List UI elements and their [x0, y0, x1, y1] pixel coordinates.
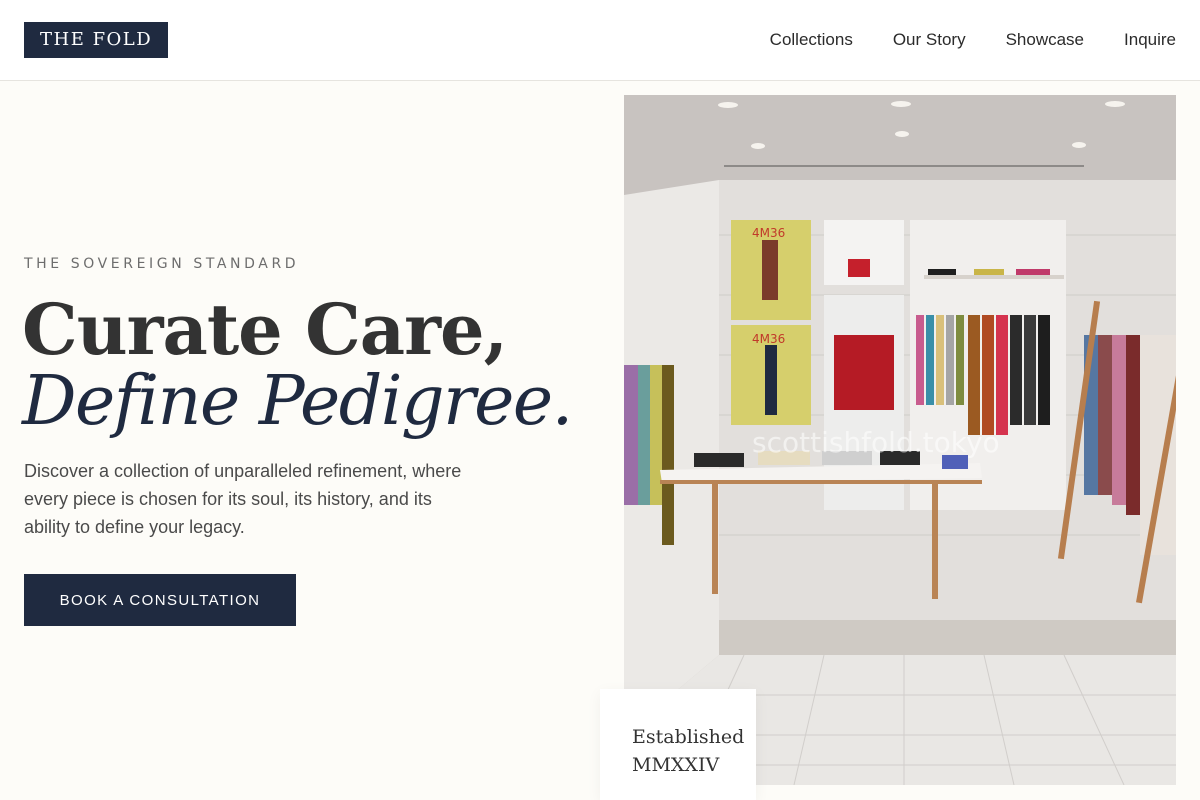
site-header: THE FOLD Collections Our Story Showcase … — [0, 0, 1200, 81]
established-card: Established MMXXIV — [600, 689, 756, 800]
book-consultation-button[interactable]: BOOK A CONSULTATION — [24, 574, 296, 626]
image-watermark: scottishfold.tokyo — [752, 426, 1000, 459]
main-nav: Collections Our Story Showcase Inquire — [770, 28, 1176, 52]
established-label: Established — [632, 726, 745, 748]
poster-label: 4M36 — [752, 226, 785, 240]
nav-link-showcase[interactable]: Showcase — [1006, 28, 1084, 52]
nav-link-inquire[interactable]: Inquire — [1124, 28, 1176, 52]
nav-link-collections[interactable]: Collections — [770, 28, 853, 52]
hero-description: Discover a collection of unparalleled re… — [24, 461, 462, 537]
established-year: MMXXIV — [632, 754, 720, 776]
boutique-interior-image: 4M36 4M36 scottishfold.tokyo — [624, 95, 1176, 785]
hero-headline-line2: Define Pedigree. — [22, 362, 573, 441]
logo[interactable]: THE FOLD — [24, 22, 169, 58]
hero-eyebrow: THE SOVEREIGN STANDARD — [24, 256, 300, 272]
nav-link-our-story[interactable]: Our Story — [893, 28, 966, 52]
poster-label-2: 4M36 — [752, 332, 785, 346]
